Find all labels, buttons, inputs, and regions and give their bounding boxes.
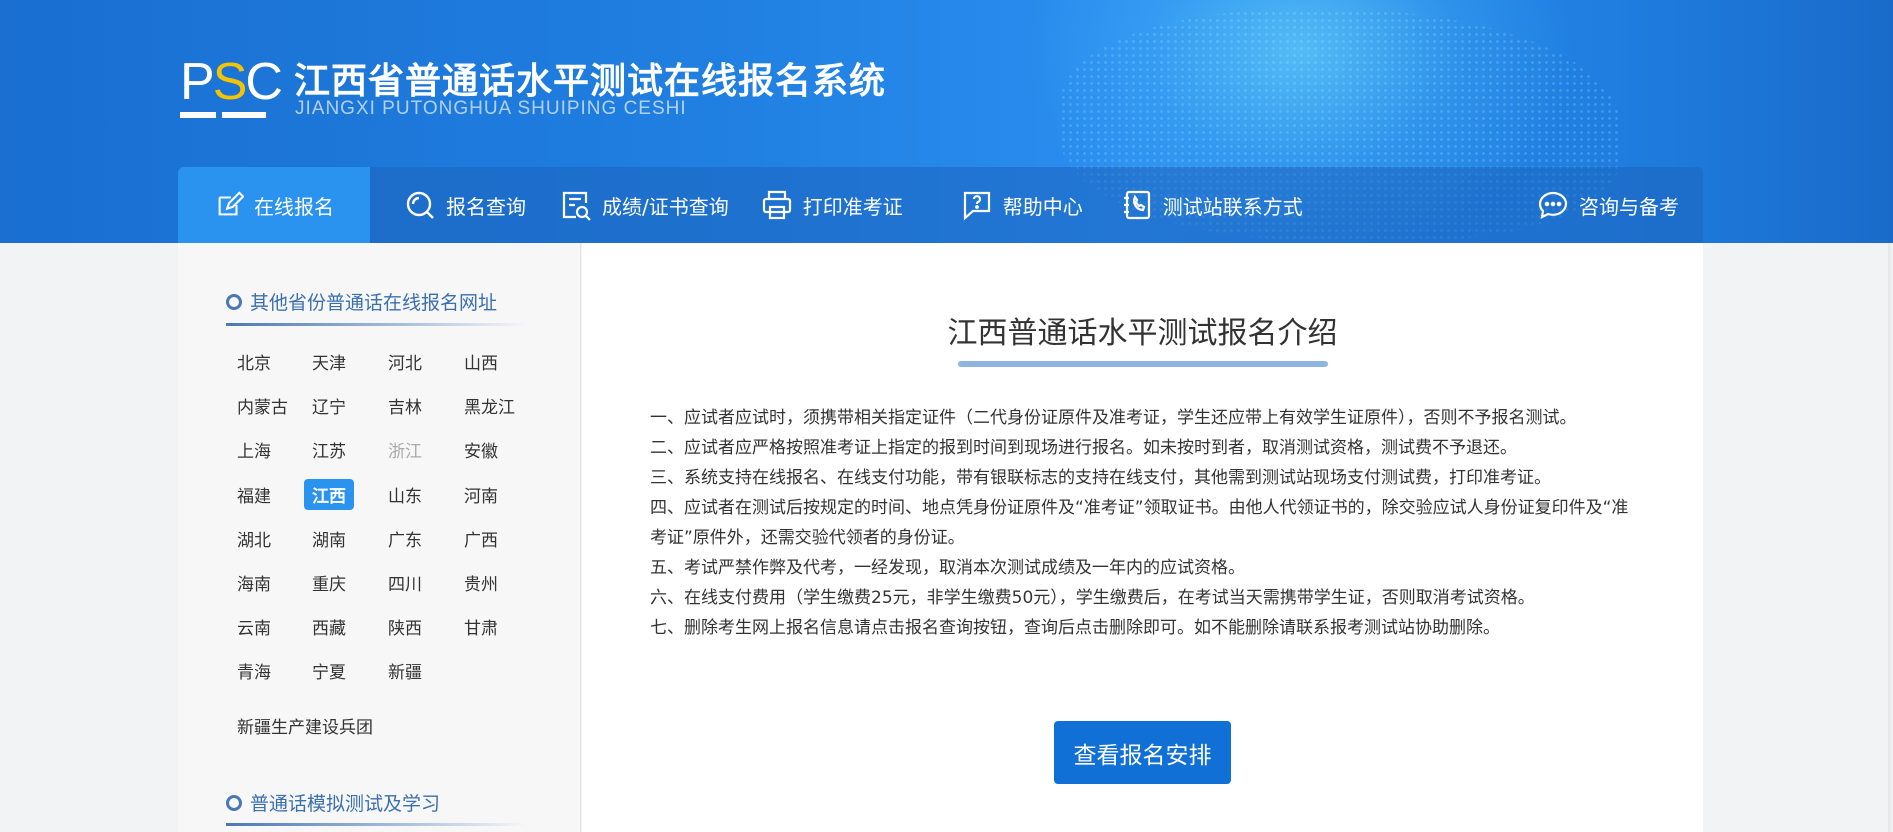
nav-test-station-contact[interactable]: 测试站联系方式 — [1121, 167, 1303, 243]
ring-bullet-icon — [226, 293, 242, 310]
province-link[interactable]: 陕西 — [388, 614, 422, 639]
chat-icon — [1538, 191, 1568, 219]
phone-book-icon — [1123, 190, 1150, 220]
psc-logo: PSC — [180, 56, 283, 118]
nav-registration-query[interactable]: 报名查询 — [404, 167, 526, 243]
nav-online-registration[interactable]: 在线报名 — [178, 167, 370, 243]
nav-score-certificate-query[interactable]: 成绩/证书查询 — [560, 167, 729, 243]
province-link[interactable]: 重庆 — [312, 570, 346, 595]
ring-bullet-icon — [226, 794, 242, 811]
province-link[interactable]: 青海 — [237, 658, 271, 683]
province-link: 浙江 — [388, 442, 422, 463]
search-icon — [406, 191, 434, 219]
rule-item: 六、在线支付费用（学生缴费25元，非学生缴费50元），学生缴费后，在考试当天需携… — [650, 588, 1535, 608]
province-link[interactable]: 贵州 — [464, 570, 498, 595]
province-link[interactable]: 山西 — [464, 349, 498, 374]
province-link-xinjiang-bingtuan[interactable]: 新疆生产建设兵团 — [237, 713, 373, 738]
rule-item: 一、应试者应试时，须携带相关指定证件（二代身份证原件及准考证，学生还应带上有效学… — [650, 408, 1577, 428]
rule-item: 二、应试者应严格按照准考证上指定的报到时间到现场进行报名。如未按时到者，取消测试… — [650, 438, 1517, 458]
title-underline — [958, 361, 1328, 367]
province-link[interactable]: 广西 — [464, 526, 498, 551]
main-nav: 在线报名 报名查询 成绩/证书查询 打印准考证 帮助中心 测试站联系方式 咨询与… — [178, 167, 1703, 243]
section-divider — [226, 323, 526, 326]
province-link[interactable]: 黑龙江 — [464, 393, 515, 418]
rule-item: 三、系统支持在线报名、在线支付功能，带有银联标志的支持在线支付，其他需到测试站现… — [650, 468, 1551, 488]
page-edge-shadow — [1888, 243, 1893, 832]
nav-print-admission[interactable]: 打印准考证 — [761, 167, 903, 243]
province-link[interactable]: 新疆 — [388, 658, 422, 683]
province-link[interactable]: 四川 — [388, 570, 422, 595]
site-subtitle: JIANGXI PUTONGHUA SHUIPING CESHI — [295, 98, 687, 119]
province-link[interactable]: 天津 — [312, 349, 346, 374]
province-link[interactable]: 甘肃 — [464, 614, 498, 639]
header-banner: PSC 江西省普通话水平测试在线报名系统 JIANGXI PUTONGHUA S… — [0, 0, 1893, 243]
province-link[interactable]: 内蒙古 — [237, 393, 288, 418]
view-schedule-button[interactable]: 查看报名安排 — [1054, 721, 1231, 784]
edit-icon — [218, 191, 244, 216]
main-content: 江西普通话水平测试报名介绍 一、应试者应试时，须携带相关指定证件（二代身份证原件… — [582, 243, 1703, 832]
province-link[interactable]: 福建 — [237, 482, 271, 507]
province-link[interactable]: 湖南 — [312, 526, 346, 551]
nav-consult-prepare[interactable]: 咨询与备考 — [1537, 167, 1703, 243]
page-title: 江西普通话水平测试报名介绍 — [947, 316, 1338, 351]
province-link[interactable]: 湖北 — [237, 526, 271, 551]
nav-help-center[interactable]: 帮助中心 — [961, 167, 1083, 243]
province-link[interactable]: 宁夏 — [312, 658, 346, 683]
rule-item: 四、应试者在测试后按规定的时间、地点凭身份证原件及“准考证”领取证书。由他人代领… — [650, 498, 1629, 548]
province-link-selected[interactable]: 江西 — [304, 478, 354, 510]
province-link[interactable]: 安徽 — [464, 437, 498, 462]
section-divider — [226, 823, 526, 826]
province-link[interactable]: 吉林 — [388, 393, 422, 418]
help-icon — [963, 191, 990, 221]
certificate-search-icon — [562, 191, 591, 221]
province-link[interactable]: 山东 — [388, 482, 422, 507]
province-link[interactable]: 江苏 — [312, 437, 346, 462]
province-link[interactable]: 上海 — [237, 437, 271, 462]
rules-list: 一、应试者应试时，须携带相关指定证件（二代身份证原件及准考证，学生还应带上有效学… — [650, 403, 1640, 643]
province-link[interactable]: 海南 — [237, 570, 271, 595]
rule-item: 五、考试严禁作弊及代考，一经发现，取消本次测试成绩及一年内的应试资格。 — [650, 558, 1245, 578]
province-link[interactable]: 辽宁 — [312, 393, 346, 418]
site-title: 江西省普通话水平测试在线报名系统 — [294, 61, 887, 102]
province-link[interactable]: 河北 — [388, 349, 422, 374]
printer-icon — [762, 190, 791, 220]
province-link[interactable]: 北京 — [237, 349, 271, 374]
province-link[interactable]: 河南 — [464, 482, 498, 507]
section-other-provinces: 其他省份普通话在线报名网址 — [226, 288, 497, 315]
sidebar: 其他省份普通话在线报名网址 北京 天津 河北 山西内蒙古 辽宁 吉林 黑龙江上海 江苏 浙江 安徽… — [178, 243, 581, 832]
province-link[interactable]: 广东 — [388, 526, 422, 551]
section-mock-test: 普通话模拟测试及学习 — [226, 789, 440, 816]
province-link[interactable]: 云南 — [237, 614, 271, 639]
rule-item: 七、删除考生网上报名信息请点击报名查询按钮，查询后点击删除即可。如不能删除请联系… — [650, 618, 1500, 638]
province-link[interactable]: 西藏 — [312, 614, 346, 639]
